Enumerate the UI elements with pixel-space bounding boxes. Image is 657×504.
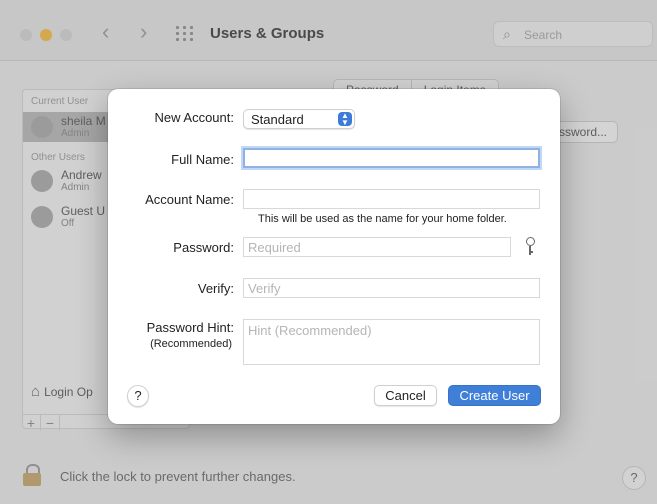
verify-label: Verify: xyxy=(197,281,234,296)
account-name-label: Account Name: xyxy=(145,192,234,207)
popup-stepper-icon: ▲ ▼ xyxy=(338,112,352,127)
password-hint-field[interactable] xyxy=(243,319,540,365)
cancel-button[interactable]: Cancel xyxy=(374,385,437,406)
password-hint-label: Password Hint: xyxy=(146,320,234,335)
verify-field[interactable] xyxy=(243,278,540,298)
create-user-button[interactable]: Create User xyxy=(448,385,541,406)
password-field[interactable] xyxy=(243,237,511,257)
full-name-label: Full Name: xyxy=(171,152,234,167)
sheet-help-button[interactable]: ? xyxy=(127,385,149,407)
new-account-label: New Account: xyxy=(154,110,235,125)
account-name-field[interactable] xyxy=(243,189,540,209)
password-assistant-key-icon[interactable] xyxy=(524,237,536,257)
password-label: Password: xyxy=(173,240,234,255)
password-hint-sublabel: (Recommended) xyxy=(150,338,232,350)
new-user-sheet: New Account: Standard ▲ ▼ Full Name: Acco… xyxy=(108,89,560,424)
account-name-note: This will be used as the name for your h… xyxy=(258,213,507,225)
account-type-value: Standard xyxy=(251,112,304,127)
full-name-field[interactable] xyxy=(243,148,540,168)
account-type-popup[interactable]: Standard ▲ ▼ xyxy=(243,109,355,129)
